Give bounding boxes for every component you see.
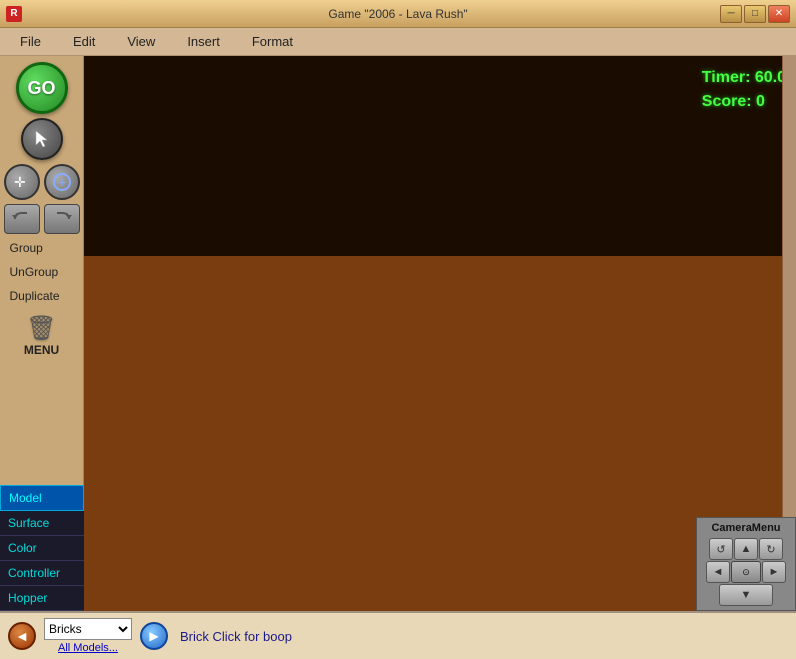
minimize-button[interactable]: ─	[720, 5, 742, 23]
canvas-lava-area	[84, 256, 796, 611]
tab-surface[interactable]: Surface	[0, 511, 84, 536]
cam-down[interactable]: ▼	[719, 584, 773, 606]
camera-menu: CameraMenu ↺ ▲ ↻ ◄ ⊙ ► ▼	[696, 517, 796, 611]
move-tool-button[interactable]: ✛	[4, 164, 40, 200]
canvas-dark-area	[84, 56, 796, 256]
cam-center[interactable]: ⊙	[731, 561, 761, 583]
hud: Timer: 60.0 Score: 0	[702, 66, 786, 114]
menu-insert[interactable]: Insert	[171, 30, 236, 53]
svg-text:✛: ✛	[14, 174, 26, 190]
tab-hopper[interactable]: Hopper	[0, 586, 84, 611]
title-buttons: ─ □ ✕	[720, 5, 790, 23]
maximize-button[interactable]: □	[744, 5, 766, 23]
svg-text:+: +	[58, 174, 66, 190]
cam-row-bot: ▼	[719, 584, 773, 606]
game-canvas: Timer: 60.0 Score: 0	[84, 56, 796, 611]
undo-button[interactable]	[4, 204, 40, 234]
bricks-select[interactable]: Bricks All Models	[44, 618, 132, 640]
bricks-select-wrap: Bricks All Models All Models...	[44, 618, 132, 654]
ungroup-button[interactable]: UnGroup	[4, 262, 80, 282]
cam-rotate-left[interactable]: ↺	[709, 538, 733, 560]
timer-display: Timer: 60.0	[702, 66, 786, 90]
app-icon: R	[6, 6, 22, 22]
go-button[interactable]: GO	[16, 62, 68, 114]
redo-button[interactable]	[44, 204, 80, 234]
group-button[interactable]: Group	[4, 238, 80, 258]
left-panel-tabs: Model Surface Color Controller Hopper	[0, 485, 84, 611]
cam-row-top: ↺ ▲ ↻	[709, 538, 783, 560]
menu-bar: File Edit View Insert Format	[0, 28, 796, 56]
trash-area[interactable]: 🗑 MENU	[24, 314, 59, 357]
menu-view[interactable]: View	[111, 30, 171, 53]
tool-row: ✛ +	[4, 164, 80, 200]
cam-left[interactable]: ◄	[706, 561, 730, 583]
bottom-panel: ◄ Bricks All Models All Models... ▶ Bric…	[0, 611, 796, 659]
duplicate-button[interactable]: Duplicate	[4, 286, 80, 306]
title-bar: R Game "2006 - Lava Rush" ─ □ ✕	[0, 0, 796, 28]
title-text: Game "2006 - Lava Rush"	[328, 7, 467, 21]
tab-controller[interactable]: Controller	[0, 561, 84, 586]
all-models-link[interactable]: All Models...	[58, 642, 118, 654]
trash-icon: 🗑	[26, 314, 56, 343]
add-tool-button[interactable]: +	[44, 164, 80, 200]
cam-row-mid: ◄ ⊙ ►	[706, 561, 786, 583]
camera-menu-label: CameraMenu	[711, 522, 780, 534]
tab-color[interactable]: Color	[0, 536, 84, 561]
brick-info: Brick Click for boop	[180, 629, 292, 644]
close-button[interactable]: ✕	[768, 5, 790, 23]
play-button[interactable]: ▶	[140, 622, 168, 650]
camera-controls: ↺ ▲ ↻ ◄ ⊙ ► ▼	[706, 538, 786, 606]
score-display: Score: 0	[702, 90, 786, 114]
main-layout: GO ✛ +	[0, 56, 796, 611]
menu-edit[interactable]: Edit	[57, 30, 111, 53]
cam-up[interactable]: ▲	[734, 538, 758, 560]
prev-button[interactable]: ◄	[8, 622, 36, 650]
menu-format[interactable]: Format	[236, 30, 309, 53]
menu-label: MENU	[24, 343, 59, 357]
cam-rotate-right[interactable]: ↻	[759, 538, 783, 560]
select-tool-button[interactable]	[21, 118, 63, 160]
menu-file[interactable]: File	[4, 30, 57, 53]
cam-right[interactable]: ►	[762, 561, 786, 583]
tab-model[interactable]: Model	[0, 485, 84, 511]
tool-row-2	[4, 204, 80, 234]
